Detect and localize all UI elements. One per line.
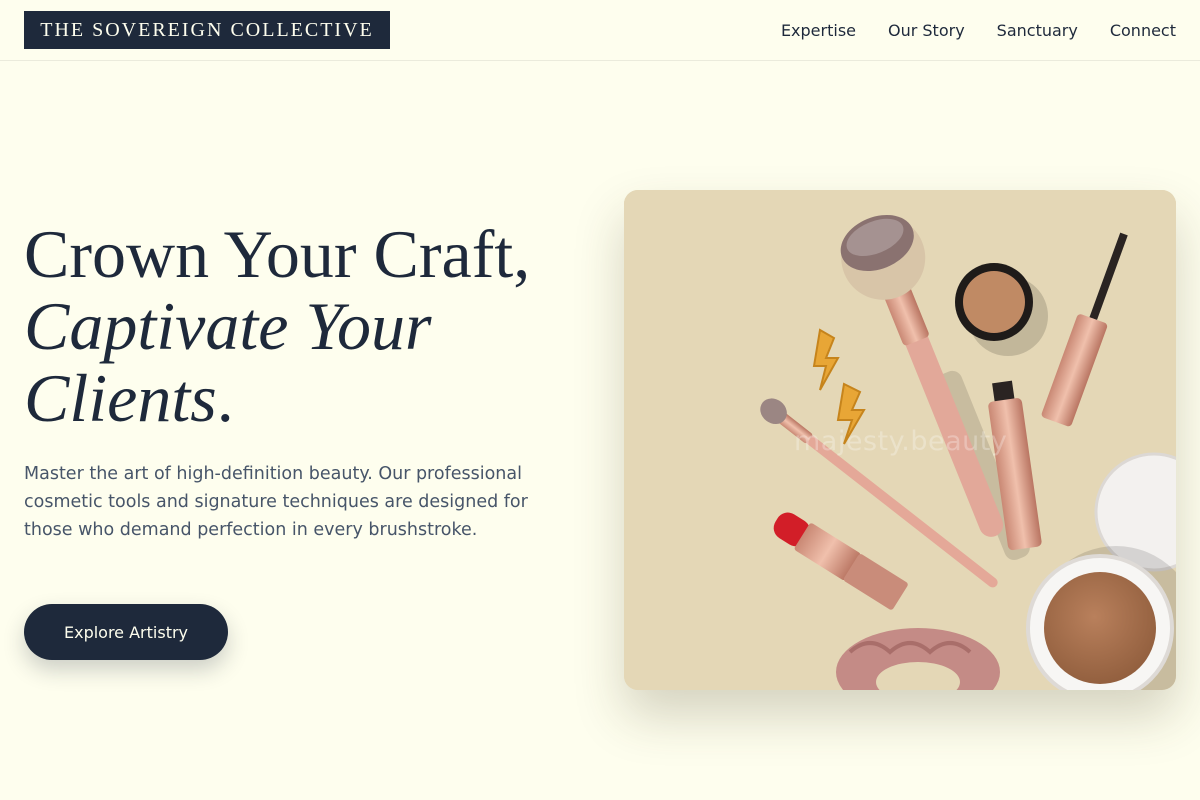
hero-description: Master the art of high-definition beauty… xyxy=(24,464,528,540)
explore-artistry-button[interactable]: Explore Artistry xyxy=(24,604,228,660)
nav-link-expertise[interactable]: Expertise xyxy=(781,21,856,40)
nav-link-our-story[interactable]: Our Story xyxy=(888,21,965,40)
nav-link-sanctuary[interactable]: Sanctuary xyxy=(997,21,1078,40)
headline-line-1: Crown Your Craft, xyxy=(24,216,531,292)
brand-logo[interactable]: THE SOVEREIGN COLLECTIVE xyxy=(24,11,390,49)
hero-headline: Crown Your Craft, Captivate Your Clients… xyxy=(24,218,604,434)
headline-line-2: Captivate Your xyxy=(24,288,432,364)
nav-link-connect[interactable]: Connect xyxy=(1110,21,1176,40)
headline-line-3: Clients. xyxy=(24,362,604,434)
hero-image: majesty.beauty xyxy=(624,190,1176,690)
headline-clients-word: Clients xyxy=(24,360,217,436)
main-nav: Expertise Our Story Sanctuary Connect xyxy=(781,0,1176,60)
headline-period: . xyxy=(216,360,234,436)
image-watermark: majesty.beauty xyxy=(794,426,1008,457)
site-header: THE SOVEREIGN COLLECTIVE Expertise Our S… xyxy=(0,0,1200,61)
